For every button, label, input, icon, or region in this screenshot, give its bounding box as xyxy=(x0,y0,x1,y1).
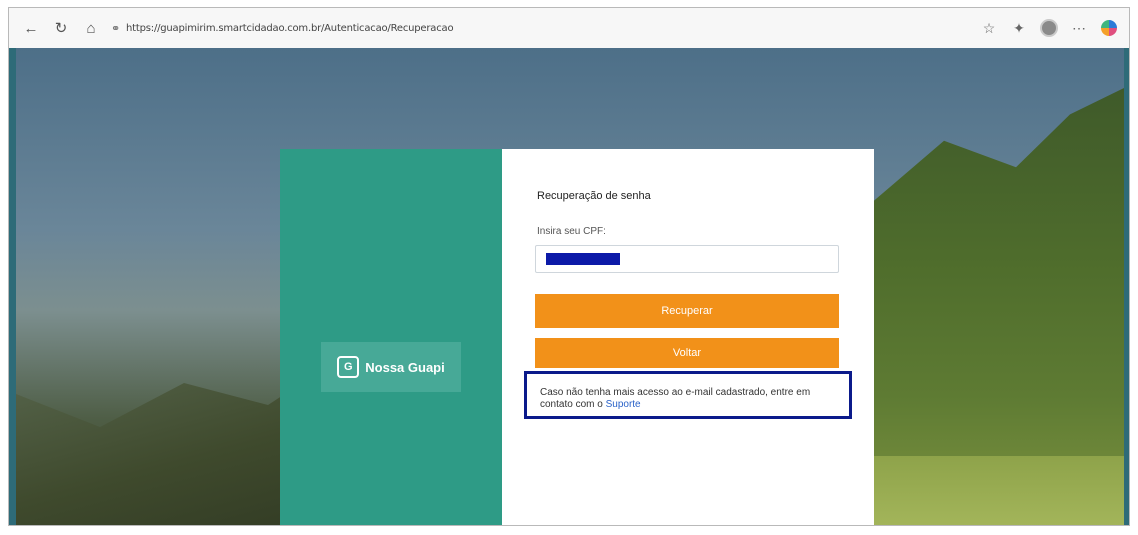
copilot-logo xyxy=(1101,20,1117,36)
recover-button[interactable]: Recuperar xyxy=(535,294,839,328)
brand-panel: G Nossa Guapi xyxy=(280,149,502,525)
address-url: https://guapimirim.smartcidadao.com.br/A… xyxy=(126,22,454,34)
refresh-icon[interactable]: ↻ xyxy=(49,16,73,40)
cpf-label: Insira seu CPF: xyxy=(537,226,606,237)
redacted-cpf-value xyxy=(546,253,620,265)
brand-mark-icon: G xyxy=(337,356,360,378)
support-hint-highlight: Caso não tenha mais acesso ao e-mail cad… xyxy=(524,371,852,419)
profile-avatar[interactable] xyxy=(1037,16,1061,40)
form-title: Recuperação de senha xyxy=(537,190,651,202)
support-link[interactable]: Suporte xyxy=(606,399,641,410)
avatar xyxy=(1040,19,1058,37)
address-bar[interactable]: ⚭ https://guapimirim.smartcidadao.com.br… xyxy=(111,16,454,40)
back-arrow-icon[interactable]: ← xyxy=(19,16,43,40)
browser-right-tools: ☆ ✦ ⋯ xyxy=(971,16,1121,40)
support-hint-text: Caso não tenha mais acesso ao e-mail cad… xyxy=(540,387,811,410)
browser-toolbar: ← ↻ ⌂ ⚭ https://guapimirim.smartcidadao.… xyxy=(9,8,1129,48)
page-left-edge xyxy=(9,48,16,525)
copilot-icon[interactable] xyxy=(1097,16,1121,40)
cpf-input[interactable] xyxy=(535,245,839,273)
more-menu-icon[interactable]: ⋯ xyxy=(1067,16,1091,40)
lock-icon: ⚭ xyxy=(111,21,121,35)
landscape-lawn xyxy=(864,456,1124,525)
brand-logo: G Nossa Guapi xyxy=(321,342,461,392)
browser-window: ← ↻ ⌂ ⚭ https://guapimirim.smartcidadao.… xyxy=(8,7,1130,526)
recovery-form-panel: Recuperação de senha Insira seu CPF: Rec… xyxy=(502,149,874,525)
brand-name: Nossa Guapi xyxy=(365,359,445,375)
extensions-icon[interactable]: ✦ xyxy=(1007,16,1031,40)
page-background: G Nossa Guapi Recuperação de senha Insir… xyxy=(16,48,1124,525)
home-icon[interactable]: ⌂ xyxy=(79,16,103,40)
back-button[interactable]: Voltar xyxy=(535,338,839,368)
support-hint: Caso não tenha mais acesso ao e-mail cad… xyxy=(540,387,845,411)
favorite-star-icon[interactable]: ☆ xyxy=(977,16,1001,40)
